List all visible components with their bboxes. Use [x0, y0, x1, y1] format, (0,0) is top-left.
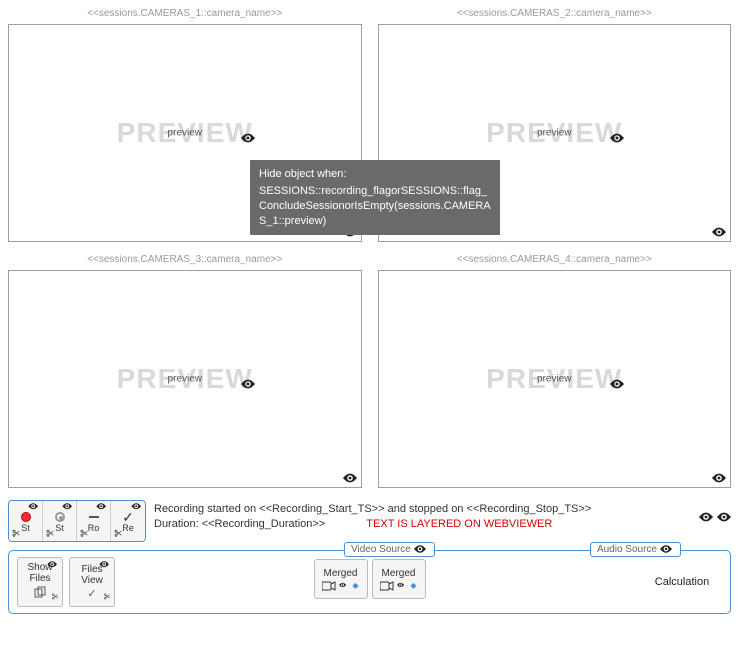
camera-cell-4: <<sessions.CAMERAS_4::camera_name>> PREV… [378, 254, 732, 488]
tab-label: Audio Source [597, 544, 657, 555]
eye-icon[interactable] [699, 512, 713, 522]
eye-icon [96, 503, 107, 511]
eye-icon [340, 582, 350, 589]
camera-2-label: <<sessions.CAMERAS_2::camera_name>> [378, 8, 732, 22]
check-icon: ✓ [122, 510, 134, 524]
camera-4-label: <<sessions.CAMERAS_4::camera_name>> [378, 254, 732, 268]
eye-icon [241, 379, 255, 389]
eye-icon [99, 561, 110, 569]
eye-icon [414, 545, 428, 555]
bottom-area: Video Source Audio Source Show Files Fil… [8, 550, 731, 614]
preview-field-placeholder: preview [166, 128, 204, 139]
overlay-warning: TEXT IS LAYERED ON WEBVIEWER [366, 518, 552, 530]
button-label: Merged [382, 568, 416, 579]
eye-icon[interactable] [717, 512, 731, 522]
eye-icon [47, 561, 58, 569]
show-files-button[interactable]: Show Files [17, 557, 63, 607]
audio-source-tab[interactable]: Audio Source [590, 542, 681, 557]
camera-cell-3: <<sessions.CAMERAS_3::camera_name>> PREV… [8, 254, 362, 488]
recording-status: Recording started on <<Recording_Start_T… [154, 500, 731, 533]
eye-icon [241, 133, 255, 143]
merged-button-1[interactable]: Merged ◆ [314, 559, 368, 599]
preview-field-placeholder: preview [166, 374, 204, 385]
controls-row: St St Ro ✓ Re Recording started on <<Rec… [8, 500, 731, 542]
scissors-icon [114, 529, 122, 539]
record-done-button[interactable]: ✓ Re [111, 501, 145, 541]
status-line1: Recording started on <<Recording_Start_T… [154, 502, 731, 517]
button-label: Re [122, 524, 134, 533]
preview-field-placeholder: preview [535, 374, 573, 385]
merge-buttons: Merged ◆ Merged ◆ [314, 559, 426, 599]
record-start-button[interactable]: St [9, 501, 43, 541]
preview-field-placeholder: preview [535, 128, 573, 139]
duration-value: <<Recording_Duration>> [202, 518, 326, 530]
button-label: St [21, 524, 30, 533]
status-eyes [699, 512, 731, 522]
diamond-icon: ◆ [410, 581, 416, 590]
calculation-label: Calculation [655, 576, 709, 588]
button-label: Merged [324, 568, 358, 579]
eye-icon[interactable] [343, 473, 357, 483]
camera-1-label: <<sessions.CAMERAS_1::camera_name>> [8, 8, 362, 22]
recording-controls: St St Ro ✓ Re [8, 500, 146, 542]
check-icon: ✓ [87, 588, 96, 600]
diamond-icon: ◆ [352, 581, 358, 590]
source-panel: Show Files Files View ✓ Merged ◆ Merged [8, 550, 731, 614]
tab-label: Video Source [351, 544, 411, 555]
camera-4-preview-box[interactable]: PREVIEW preview [378, 270, 732, 488]
record-icon [21, 512, 31, 522]
eye-icon [28, 503, 39, 511]
stop-icon [55, 512, 65, 522]
hide-condition-tooltip: Hide object when: SESSIONS::recording_fl… [250, 160, 500, 235]
button-label: Ro [88, 524, 100, 533]
calculation-field[interactable]: Calculation [642, 557, 722, 607]
copy-icon [34, 586, 46, 601]
eye-icon[interactable] [712, 473, 726, 483]
scissors-icon [104, 593, 111, 602]
dash-icon [89, 516, 99, 518]
scissors-icon [52, 593, 59, 602]
tooltip-body: SESSIONS::recording_flagorSESSIONS::flag… [259, 185, 491, 227]
video-source-tab[interactable]: Video Source [344, 542, 435, 557]
record-pause-button[interactable]: Ro [77, 501, 111, 541]
record-stop-button[interactable]: St [43, 501, 77, 541]
duration-label: Duration: [154, 518, 199, 530]
camcorder-icon [380, 581, 394, 591]
tooltip-title: Hide object when: [259, 167, 491, 182]
button-label: St [55, 524, 64, 533]
scissors-icon [46, 529, 54, 539]
eye-icon [610, 379, 624, 389]
scissors-icon [80, 529, 88, 539]
scissors-icon [12, 529, 20, 539]
eye-icon[interactable] [712, 227, 726, 237]
files-view-button[interactable]: Files View ✓ [69, 557, 115, 607]
eye-icon [131, 503, 142, 511]
camera-3-preview-box[interactable]: PREVIEW preview [8, 270, 362, 488]
camera-3-label: <<sessions.CAMERAS_3::camera_name>> [8, 254, 362, 268]
eye-icon [660, 545, 674, 555]
camcorder-icon [322, 581, 336, 591]
camera-grid: <<sessions.CAMERAS_1::camera_name>> PREV… [8, 8, 731, 488]
merged-button-2[interactable]: Merged ◆ [372, 559, 426, 599]
eye-icon [62, 503, 73, 511]
eye-icon [398, 582, 408, 589]
eye-icon [610, 133, 624, 143]
